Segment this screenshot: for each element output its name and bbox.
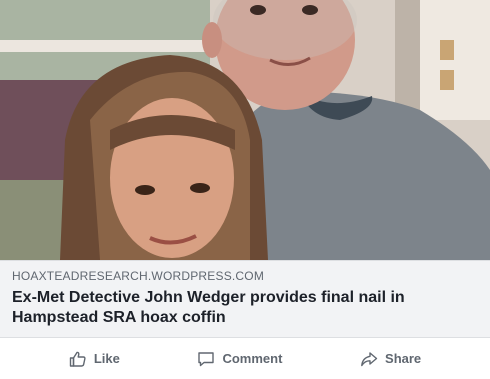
share-icon bbox=[361, 351, 378, 366]
share-button[interactable]: Share bbox=[350, 344, 431, 374]
post-action-bar: Like Comment Share bbox=[0, 338, 490, 379]
share-label: Share bbox=[385, 351, 422, 366]
comment-button[interactable]: Comment bbox=[187, 344, 292, 374]
comment-icon bbox=[198, 351, 215, 366]
post-card: HOAXTEADRESEARCH.WORDPRESS.COM Ex-Met De… bbox=[0, 0, 490, 379]
thumbs-up-icon bbox=[69, 351, 86, 367]
photo-illustration bbox=[0, 0, 490, 260]
link-preview[interactable]: HOAXTEADRESEARCH.WORDPRESS.COM Ex-Met De… bbox=[0, 260, 490, 338]
link-preview-image[interactable] bbox=[0, 0, 490, 260]
link-headline[interactable]: Ex-Met Detective John Wedger provides fi… bbox=[12, 288, 478, 328]
like-label: Like bbox=[93, 351, 120, 366]
comment-label: Comment bbox=[222, 351, 283, 366]
like-button[interactable]: Like bbox=[59, 344, 130, 374]
link-domain: HOAXTEADRESEARCH.WORDPRESS.COM bbox=[12, 269, 265, 283]
